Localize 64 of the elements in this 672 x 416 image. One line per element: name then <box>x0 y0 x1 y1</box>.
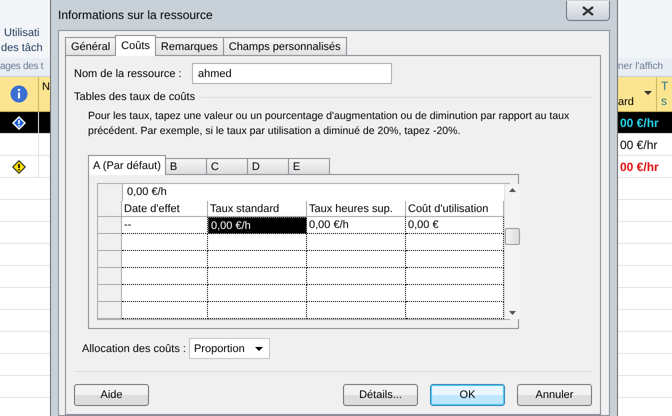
dropdown-icon <box>644 91 652 95</box>
info-icon <box>10 85 28 103</box>
column-header: T <box>661 79 668 94</box>
table-cell[interactable]: 0,00 €/h <box>208 217 307 234</box>
dropdown-icon <box>254 346 263 350</box>
table-cell[interactable] <box>307 268 406 285</box>
table-cell[interactable] <box>208 285 307 302</box>
dialog-button[interactable]: Aide <box>74 384 149 406</box>
field-label: Nom de la ressource : <box>74 68 183 80</box>
scrollbar[interactable] <box>504 184 520 319</box>
table-cell[interactable] <box>208 234 307 251</box>
table-cell[interactable] <box>122 268 208 285</box>
column-header: Date d'effet <box>122 201 208 217</box>
ribbon-label: des tâch <box>0 41 43 56</box>
instructions-text: Pour les taux, tapez une valeur ou un pourcentage d'augmentation ou de diminution par rapport au taux précédent. Par exemple, si le taux par utilisation a diminué de 20%, tapez -20%. <box>88 109 570 139</box>
ribbon-label: Utilisati <box>3 26 40 41</box>
tab[interactable]: Champs personnalisés <box>222 37 347 55</box>
dialog-button[interactable]: OK <box>430 384 505 406</box>
dialog-button[interactable]: Annuler <box>517 384 592 406</box>
table-cell[interactable] <box>122 234 208 251</box>
scroll-up-icon <box>509 188 516 192</box>
column-header: N <box>41 81 50 93</box>
table-cell[interactable] <box>208 251 307 268</box>
window-title: Informations sur la ressource <box>58 8 213 22</box>
cell-edit-field[interactable]: 0,00 €/h <box>123 184 167 201</box>
table-cell[interactable] <box>122 285 208 302</box>
table-cell[interactable] <box>122 302 208 319</box>
tab[interactable]: Coûts <box>115 35 156 56</box>
name-field[interactable]: ahmed <box>192 63 392 84</box>
table-cell[interactable] <box>307 302 406 319</box>
info-diamond-icon <box>12 116 26 130</box>
close-icon <box>582 6 594 16</box>
column-header: Coût d'utilisation <box>406 201 504 217</box>
table-cell[interactable] <box>307 251 406 268</box>
tab[interactable]: C <box>206 158 248 174</box>
dialog-button[interactable]: Détails... <box>343 384 418 406</box>
column-header: Taux heures sup. <box>307 201 406 217</box>
table-cell[interactable] <box>208 302 307 319</box>
group-label: ages des t <box>0 61 44 72</box>
column-header: ard <box>618 96 635 108</box>
scroll-down-icon <box>509 311 516 315</box>
rate-cell-text: 00 €/hr <box>619 116 660 130</box>
warning-diamond-icon <box>12 160 26 174</box>
tab[interactable]: Général <box>65 37 116 55</box>
table-cell[interactable] <box>122 251 208 268</box>
close-button[interactable] <box>566 1 610 21</box>
tab[interactable]: B <box>164 158 207 174</box>
table-cell[interactable]: 0,00 €/h <box>307 217 406 234</box>
group-title: Tables des taux de coûts <box>74 91 196 103</box>
tab[interactable]: E <box>288 158 330 174</box>
allocation-dropdown[interactable]: Proportion <box>188 338 270 359</box>
column-header: Taux standard <box>208 201 307 217</box>
rate-cell-text: 00 €/hr <box>619 138 658 152</box>
scroll-thumb[interactable] <box>505 228 520 245</box>
tab[interactable]: A (Par défaut) <box>88 155 166 175</box>
group-label: ner l'affich <box>618 61 664 72</box>
table-cell[interactable] <box>307 234 406 251</box>
column-header: s <box>661 94 668 109</box>
rate-cell-text: 00 €/hr <box>619 160 660 174</box>
field-label: Allocation des coûts : <box>82 342 186 354</box>
table-cell[interactable] <box>208 268 307 285</box>
table-cell[interactable] <box>307 285 406 302</box>
tab[interactable]: D <box>246 158 289 174</box>
tab[interactable]: Remarques <box>154 37 224 55</box>
